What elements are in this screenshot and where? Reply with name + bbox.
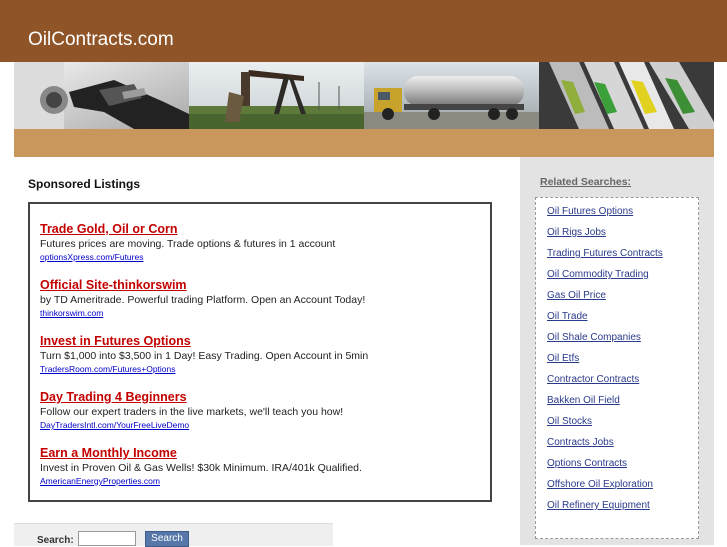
related-searches-sidebar: Related Searches: Oil Futures Options Oi… [520,157,714,545]
ad-description: Turn $1,000 into $3,500 in 1 Day! Easy T… [40,350,369,362]
related-search-link[interactable]: Options Contracts [547,458,627,469]
ad-url-link[interactable]: optionsXpress.com/Futures [40,251,480,263]
oil-pumpjack-image [189,62,364,129]
ad-listing: Official Site-thinkorswim by TD Ameritra… [40,278,480,319]
sponsored-listings-heading: Sponsored Listings [28,177,141,191]
ad-description: Follow our expert traders in the live ma… [40,406,344,418]
ad-title-link[interactable]: Trade Gold, Oil or Corn [40,222,480,237]
ad-title-link[interactable]: Day Trading 4 Beginners [40,390,480,405]
related-search-link[interactable]: Oil Futures Options [547,206,633,217]
header-banner [14,62,714,129]
ad-title-link[interactable]: Official Site-thinkorswim [40,278,480,293]
gas-pumps-image [539,62,714,129]
ad-listing: Earn a Monthly Income Invest in Proven O… [40,446,480,487]
related-search-link[interactable]: Oil Refinery Equipment [547,500,650,511]
related-search-link[interactable]: Oil Shale Companies [547,332,641,343]
related-search-link[interactable]: Bakken Oil Field [547,395,620,406]
ad-description: Invest in Proven Oil & Gas Wells! $30k M… [40,462,362,474]
search-input[interactable] [78,531,136,546]
related-search-link[interactable]: Oil Commodity Trading [547,269,649,280]
tanker-truck-image [364,62,539,129]
related-search-link[interactable]: Oil Etfs [547,353,579,364]
ad-title-link[interactable]: Invest in Futures Options [40,334,480,349]
related-search-link[interactable]: Gas Oil Price [547,290,606,301]
ad-listing: Invest in Futures Options Turn $1,000 in… [40,334,480,375]
site-title[interactable]: OilContracts.com [28,29,174,51]
ad-url-link[interactable]: thinkorswim.com [40,307,480,319]
ad-url-link[interactable]: AmericanEnergyProperties.com [40,475,480,487]
related-search-link[interactable]: Oil Stocks [547,416,592,427]
ad-description: Futures prices are moving. Trade options… [40,238,336,250]
related-searches-list: Oil Futures Options Oil Rigs Jobs Tradin… [535,197,699,539]
related-search-link[interactable]: Contractor Contracts [547,374,639,385]
ad-description: by TD Ameritrade. Powerful trading Platf… [40,294,366,306]
sponsored-listings-box: Trade Gold, Oil or Corn Futures prices a… [28,202,492,502]
ad-url-link[interactable]: TradersRoom.com/Futures+Options [40,363,480,375]
ad-listing: Day Trading 4 Beginners Follow our exper… [40,390,480,431]
fuel-nozzle-image [14,62,189,129]
ad-title-link[interactable]: Earn a Monthly Income [40,446,480,461]
ad-url-link[interactable]: DayTradersIntl.com/YourFreeLiveDemo [40,419,480,431]
related-search-link[interactable]: Contracts Jobs [547,437,614,448]
related-search-link[interactable]: Offshore Oil Exploration [547,479,653,490]
related-search-link[interactable]: Oil Rigs Jobs [547,227,606,238]
search-label: Search: [37,535,74,546]
related-search-link[interactable]: Trading Futures Contracts [547,248,663,259]
accent-bar [14,129,714,157]
ad-listing: Trade Gold, Oil or Corn Futures prices a… [40,222,480,263]
search-bar: Search: Search [14,523,333,547]
related-searches-heading[interactable]: Related Searches: [540,176,631,188]
related-search-link[interactable]: Oil Trade [547,311,588,322]
